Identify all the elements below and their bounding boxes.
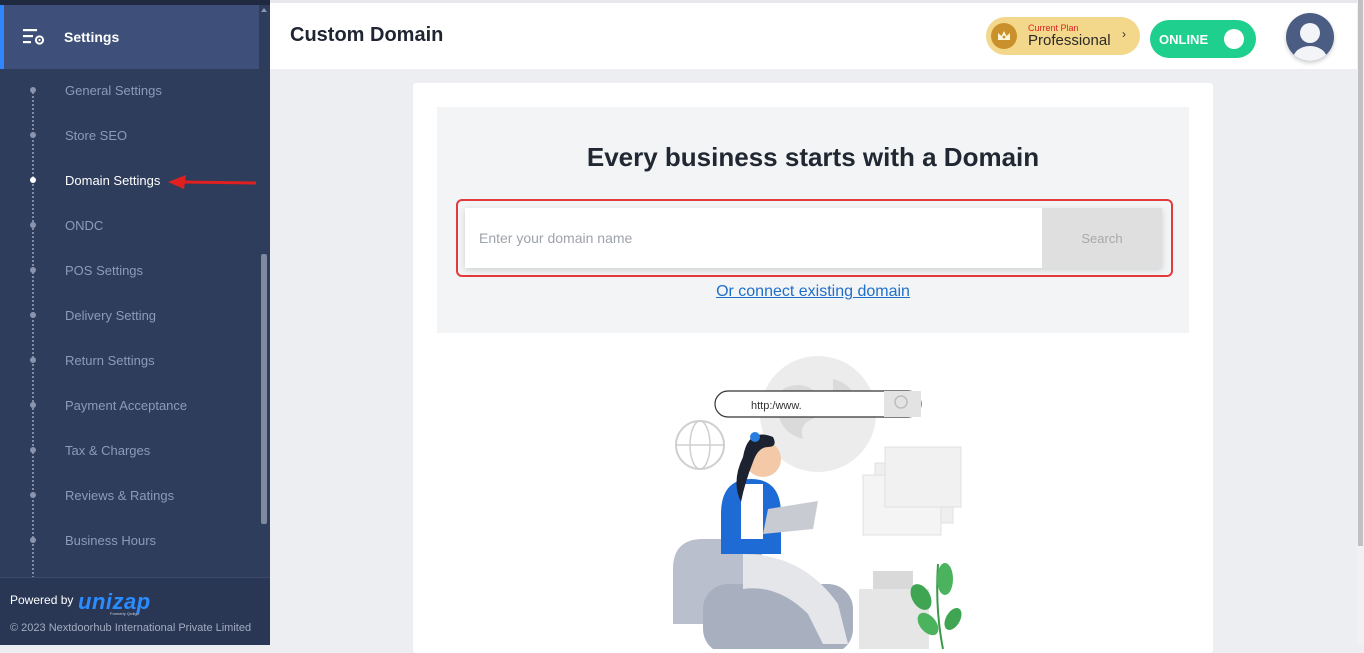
- page-scrollbar-thumb[interactable]: [1358, 0, 1363, 546]
- sidebar-item-label: Store SEO: [65, 128, 128, 143]
- online-status-toggle[interactable]: ONLINE: [1150, 20, 1256, 58]
- sidebar-item-pos-settings[interactable]: POS Settings: [0, 248, 259, 293]
- scroll-up-arrow-icon[interactable]: [261, 8, 267, 12]
- nav-dot: [30, 87, 36, 93]
- annotation-arrow-icon: [168, 175, 257, 189]
- nav-dot: [30, 222, 36, 228]
- crown-icon: [991, 23, 1017, 49]
- sidebar-item-label: Business Hours: [65, 533, 157, 548]
- connect-existing-domain-link[interactable]: Or connect existing domain: [437, 283, 1189, 301]
- sidebar-item-general-settings[interactable]: General Settings: [0, 68, 259, 113]
- nav-dot: [30, 267, 36, 273]
- sidebar-item-return-settings[interactable]: Return Settings: [0, 338, 259, 383]
- sidebar: Settings General Settings Store SEO Doma…: [0, 0, 270, 645]
- sidebar-item-payment-acceptance[interactable]: Payment Acceptance: [0, 383, 259, 428]
- sidebar-item-label: Reviews & Ratings: [65, 488, 175, 503]
- nav-dot: [30, 492, 36, 498]
- sidebar-item-label: POS Settings: [65, 263, 144, 278]
- hero-title: Every business starts with a Domain: [586, 142, 1040, 172]
- settings-menu-icon: [23, 29, 45, 45]
- sidebar-title: Settings: [64, 29, 120, 45]
- nav-dot: [30, 132, 36, 138]
- sidebar-item-label: Delivery Setting: [65, 308, 157, 323]
- sidebar-item-store-seo[interactable]: Store SEO: [0, 113, 259, 158]
- illustration-url-text: http:/www.: [751, 400, 802, 412]
- settings-nav: General Settings Store SEO Domain Settin…: [0, 68, 259, 563]
- nav-dot: [30, 312, 36, 318]
- domain-search-panel: Every business starts with a Domain Sear…: [437, 107, 1189, 333]
- sidebar-item-label: ONDC: [65, 218, 104, 233]
- sidebar-footer: Powered by unizap Formerly Qrdigo © 2023…: [0, 577, 270, 645]
- powered-by-text: Powered by: [10, 593, 74, 607]
- sidebar-header[interactable]: Settings: [0, 5, 259, 69]
- domain-search-box: Search: [465, 208, 1162, 268]
- nav-dot: [30, 177, 36, 183]
- sidebar-item-tax-charges[interactable]: Tax & Charges: [0, 428, 259, 473]
- nav-dot: [30, 537, 36, 543]
- toggle-knob: [1224, 29, 1244, 49]
- sidebar-item-delivery-setting[interactable]: Delivery Setting: [0, 293, 259, 338]
- user-silhouette-icon: [1293, 23, 1327, 61]
- chevron-right-icon: ›: [1122, 27, 1126, 41]
- sidebar-item-label: Domain Settings: [65, 173, 161, 188]
- domain-illustration: http:/www.: [673, 356, 962, 649]
- search-button[interactable]: Search: [1042, 208, 1162, 268]
- domain-search-input[interactable]: [465, 208, 1042, 268]
- sidebar-scrollbar-thumb[interactable]: [261, 254, 267, 524]
- online-status-label: ONLINE: [1159, 32, 1209, 47]
- nav-dot: [30, 402, 36, 408]
- sidebar-item-label: General Settings: [65, 83, 162, 98]
- plan-name: Professional: [1028, 32, 1111, 49]
- custom-domain-card: Every business starts with a Domain Sear…: [413, 83, 1213, 653]
- page-title: Custom Domain: [290, 24, 444, 46]
- sidebar-item-label: Tax & Charges: [65, 443, 151, 458]
- user-avatar[interactable]: [1286, 13, 1334, 61]
- sidebar-item-business-hours[interactable]: Business Hours: [0, 518, 259, 563]
- nav-dot: [30, 357, 36, 363]
- copyright-text: © 2023 Nextdoorhub International Private…: [10, 622, 252, 634]
- top-header: Custom Domain Current Plan Professional …: [270, 0, 1364, 69]
- sidebar-item-label: Return Settings: [65, 353, 155, 368]
- current-plan-button[interactable]: Current Plan Professional ›: [986, 17, 1140, 55]
- sidebar-item-reviews-ratings[interactable]: Reviews & Ratings: [0, 473, 259, 518]
- sidebar-item-label: Payment Acceptance: [65, 398, 188, 413]
- logo-subtext: Formerly Qrdigo: [110, 611, 139, 616]
- sidebar-item-ondc[interactable]: ONDC: [0, 203, 259, 248]
- nav-dot: [30, 447, 36, 453]
